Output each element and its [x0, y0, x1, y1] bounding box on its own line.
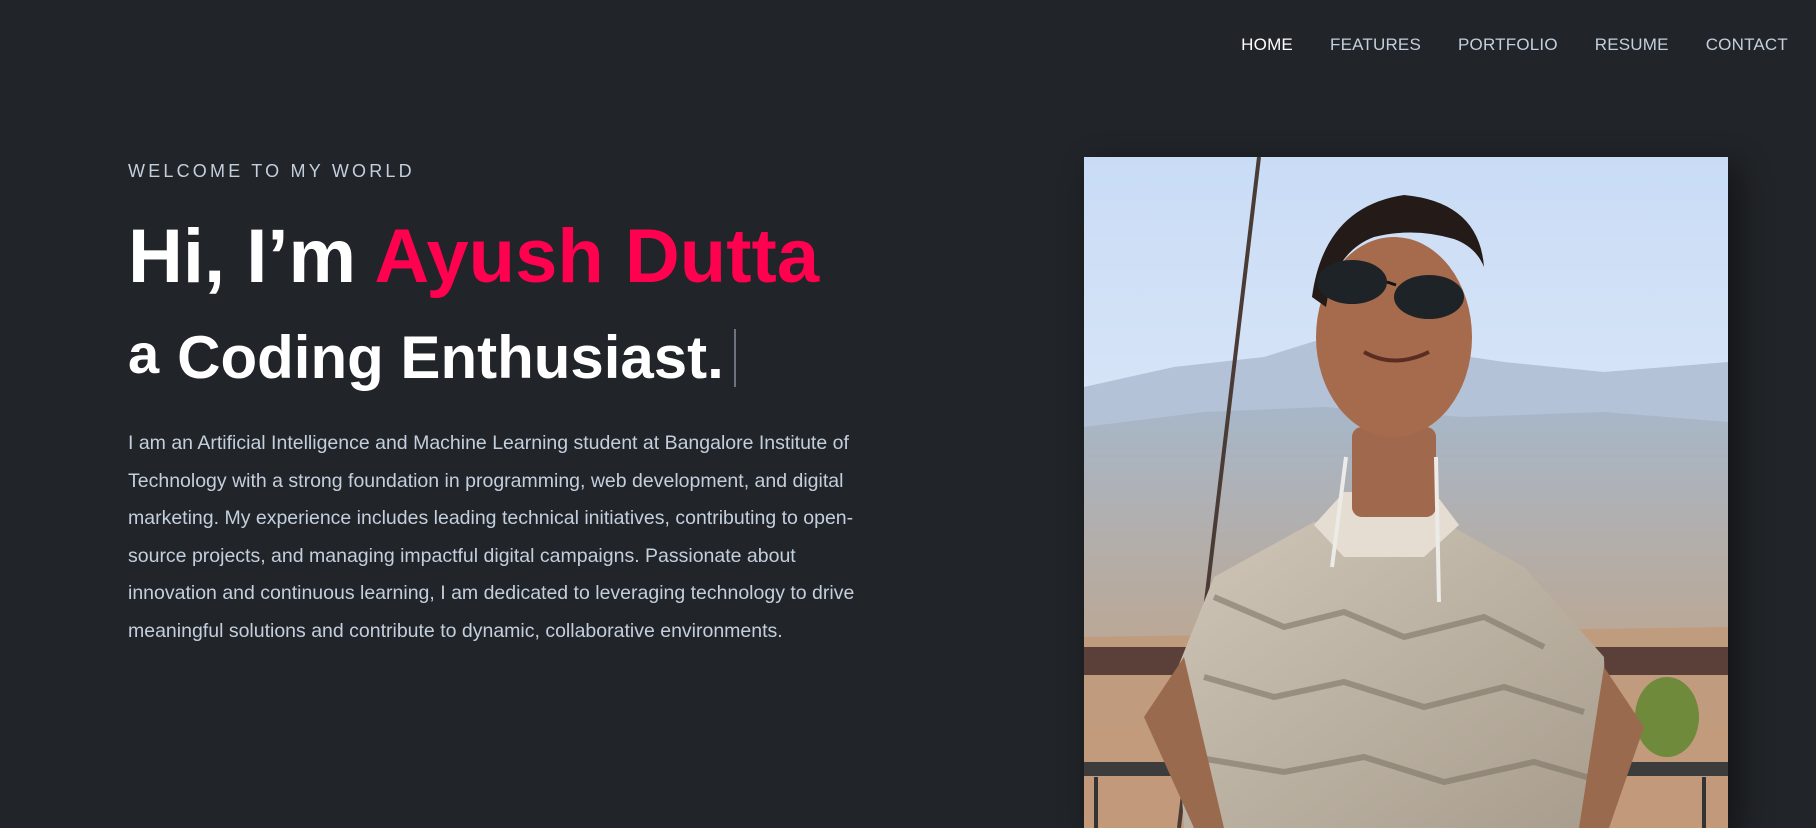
- portrait-photo: [1084, 157, 1728, 828]
- main-nav: HOME FEATURES PORTFOLIO RESUME CONTACT: [1204, 0, 1788, 90]
- hero-bio: I am an Artificial Intelligence and Mach…: [128, 432, 855, 642]
- nav-home[interactable]: HOME: [1241, 35, 1293, 55]
- hero-role-prefix: a: [128, 322, 160, 385]
- portrait-image: [1084, 157, 1728, 828]
- hero-role: Coding Enthusiast.: [177, 324, 724, 391]
- hero-greeting: Hi, I’m: [128, 214, 375, 299]
- nav-features[interactable]: FEATURES: [1330, 35, 1421, 55]
- nav-portfolio[interactable]: PORTFOLIO: [1458, 35, 1558, 55]
- hero-eyebrow: WELCOME TO MY WORLD: [128, 161, 415, 181]
- hero-headline: Hi, I’m Ayush Dutta: [128, 214, 819, 300]
- nav-contact[interactable]: CONTACT: [1706, 35, 1788, 55]
- typing-cursor: [733, 329, 736, 387]
- hero-role-line: a Coding Enthusiast.: [128, 322, 736, 394]
- hero-name: Ayush Dutta: [374, 214, 820, 299]
- nav-resume[interactable]: RESUME: [1595, 35, 1669, 55]
